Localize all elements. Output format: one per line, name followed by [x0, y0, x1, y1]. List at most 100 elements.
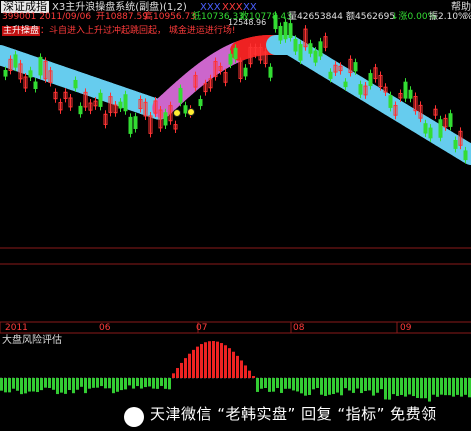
candle-body — [118, 101, 123, 109]
histogram-bar — [268, 378, 271, 392]
histogram-bar — [200, 344, 203, 378]
histogram-bar — [44, 378, 47, 388]
histogram-bar — [400, 378, 403, 395]
histogram-bar — [108, 378, 111, 389]
histogram-bar — [324, 378, 327, 396]
histogram-bar — [68, 378, 71, 390]
candle-body — [308, 43, 313, 54]
buy-signal-marker — [173, 109, 181, 117]
candle-body — [293, 38, 298, 52]
amplitude-value: 振2.10% — [429, 12, 467, 22]
histogram-bar — [124, 378, 127, 390]
histogram-bar — [104, 378, 107, 389]
histogram-bar — [312, 378, 315, 390]
histogram-bar — [196, 346, 199, 378]
histogram-bar — [252, 376, 255, 378]
histogram-bar — [236, 355, 239, 378]
candle-body — [448, 113, 453, 127]
histogram-bar — [112, 378, 115, 394]
info-end: % — [464, 12, 471, 23]
histogram-bar — [428, 378, 431, 402]
candle-body — [228, 53, 233, 65]
candle-body — [73, 79, 78, 89]
histogram-bar — [188, 353, 191, 378]
histogram-bar — [76, 378, 79, 390]
histogram-bar — [392, 378, 395, 395]
histogram-bar — [132, 378, 135, 389]
candle-body — [243, 67, 248, 77]
histogram-bar — [172, 373, 175, 378]
histogram-bar — [144, 378, 147, 388]
histogram-bar — [396, 378, 399, 396]
histogram-bar — [360, 378, 363, 394]
histogram-bar — [120, 378, 123, 391]
histogram-bar — [140, 378, 143, 389]
histogram-bar — [88, 378, 91, 389]
subpanel-title: 大盘风险评估 — [2, 335, 62, 346]
candle-body — [233, 47, 238, 60]
histogram-bar — [60, 378, 63, 393]
histogram-bar — [288, 378, 291, 389]
histogram-bar — [232, 351, 235, 378]
histogram-bar — [368, 378, 371, 391]
histogram-bar — [40, 378, 43, 391]
histogram-bar — [96, 378, 99, 388]
histogram-bar — [84, 378, 87, 394]
histogram-bar — [16, 378, 19, 391]
time-axis-label: 07 — [196, 323, 208, 333]
candle-body — [353, 62, 358, 72]
candle-body — [128, 116, 133, 134]
signal-tagline: 主升操盘：斗自进入上升过冲起跳回起， 城金进运进行场! — [2, 26, 236, 37]
candle-body — [183, 105, 188, 114]
histogram-bar — [160, 378, 163, 386]
candle-body — [78, 105, 83, 115]
histogram-bar — [204, 342, 207, 378]
candle-body — [368, 73, 373, 87]
histogram-bar — [300, 378, 303, 394]
candle-body — [463, 150, 468, 161]
histogram-bar — [352, 378, 355, 393]
candle-body — [408, 89, 413, 99]
histogram-bar — [220, 343, 223, 378]
histogram-bar — [432, 378, 435, 395]
histogram-bar — [344, 378, 347, 389]
histogram-bar — [12, 378, 15, 389]
histogram-bar — [404, 378, 407, 397]
candle-body — [428, 127, 433, 139]
histogram-bar — [20, 378, 23, 395]
histogram-bar — [420, 378, 423, 399]
histogram-bar — [8, 378, 11, 393]
candle-body — [288, 23, 293, 38]
histogram-bar — [244, 365, 247, 378]
histogram-bar — [80, 378, 83, 387]
histogram-bar — [460, 378, 463, 397]
main-price-chart[interactable] — [0, 0, 471, 431]
histogram-bar — [136, 378, 139, 387]
histogram-bar — [64, 378, 67, 394]
histogram-bar — [48, 378, 51, 389]
signal-badge: 主升操盘 — [2, 26, 41, 36]
candle-body — [358, 84, 363, 95]
histogram-bar — [224, 345, 227, 378]
histogram-bar — [412, 378, 415, 397]
histogram-bar — [228, 348, 231, 378]
histogram-bar — [380, 378, 383, 390]
candle-body — [278, 25, 283, 41]
open-value: 开10887.59 — [96, 12, 148, 22]
candle-body — [98, 92, 103, 107]
candle-body — [28, 70, 33, 78]
histogram-bar — [416, 378, 419, 398]
histogram-bar — [296, 378, 299, 392]
histogram-bar — [320, 378, 323, 395]
histogram-bar — [332, 378, 335, 395]
time-axis-label: 08 — [293, 323, 305, 333]
histogram-bar — [284, 378, 287, 389]
high-value: 高10956.73 — [144, 12, 196, 22]
histogram-bar — [208, 341, 211, 378]
time-axis-label: 06 — [99, 323, 111, 333]
histogram-bar — [36, 378, 39, 393]
histogram-bar — [276, 378, 279, 389]
candle-body — [283, 21, 288, 40]
candle-body — [38, 56, 43, 76]
candle-body — [298, 44, 303, 61]
